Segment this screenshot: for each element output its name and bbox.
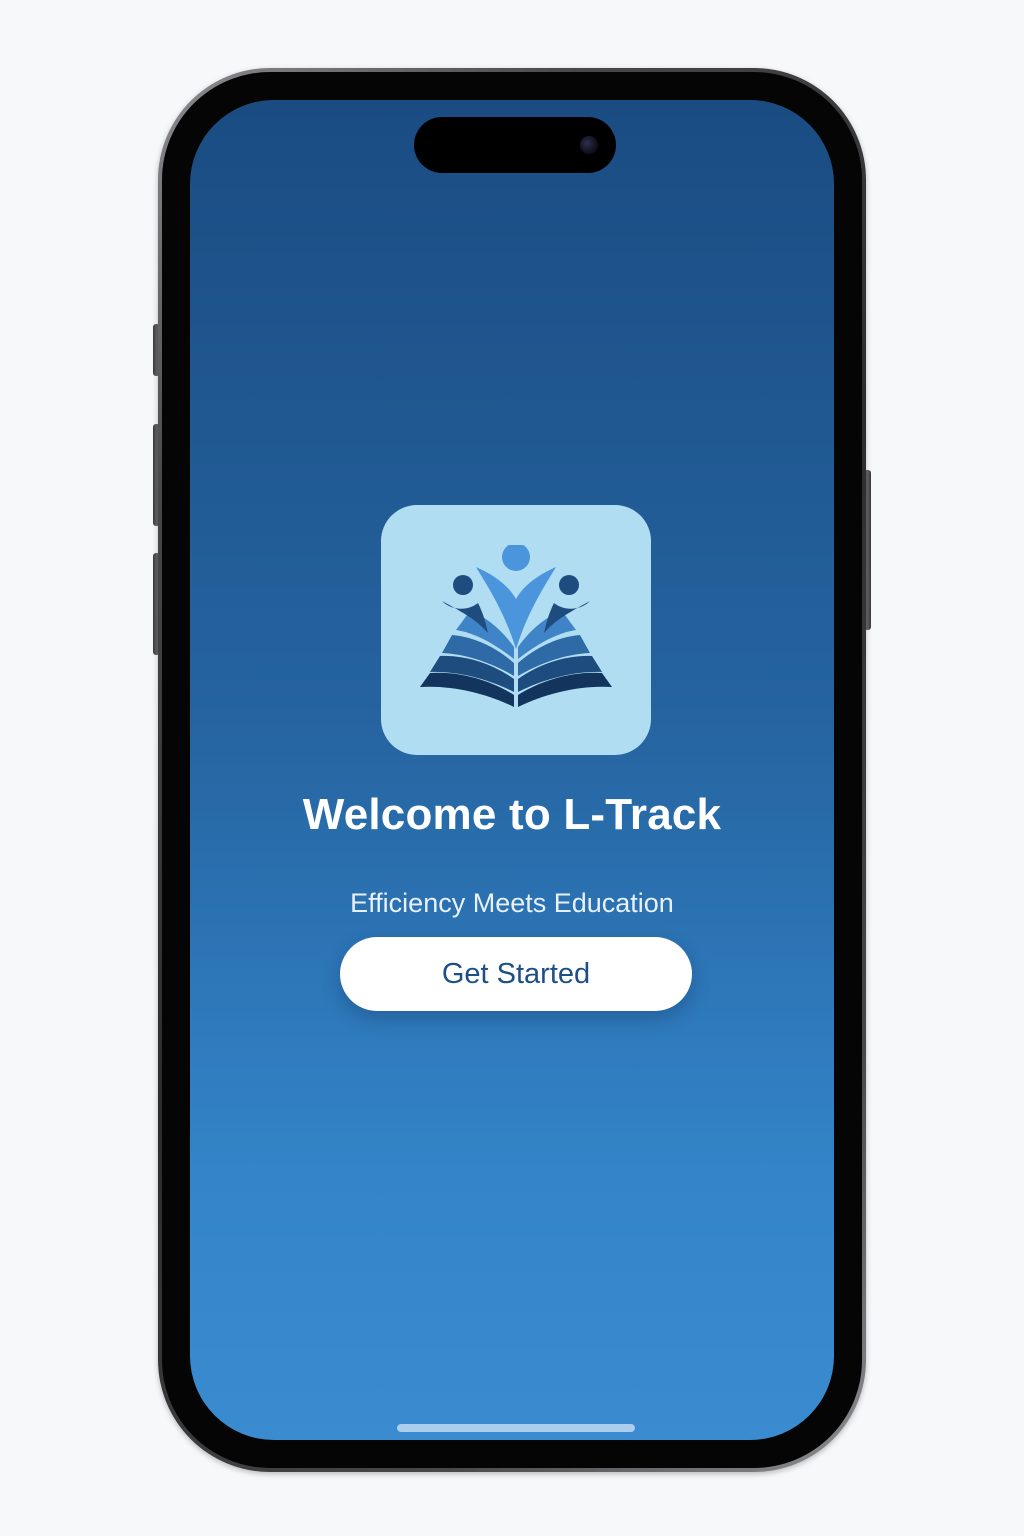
dynamic-island <box>414 117 616 173</box>
tagline: Efficiency Meets Education <box>350 888 674 918</box>
get-started-button[interactable]: Get Started <box>340 937 692 1011</box>
home-indicator[interactable] <box>397 1424 635 1432</box>
front-camera-icon <box>580 136 598 154</box>
screen: Welcome to L-Track Efficiency Meets Educ… <box>190 100 834 1440</box>
app-logo <box>381 505 651 755</box>
stage: Welcome to L-Track Efficiency Meets Educ… <box>0 0 1024 1536</box>
phone-frame: Welcome to L-Track Efficiency Meets Educ… <box>158 68 866 1472</box>
welcome-title: Welcome to L-Track <box>302 790 722 839</box>
book-people-logo-icon <box>420 545 612 707</box>
phone-body: Welcome to L-Track Efficiency Meets Educ… <box>162 72 862 1468</box>
